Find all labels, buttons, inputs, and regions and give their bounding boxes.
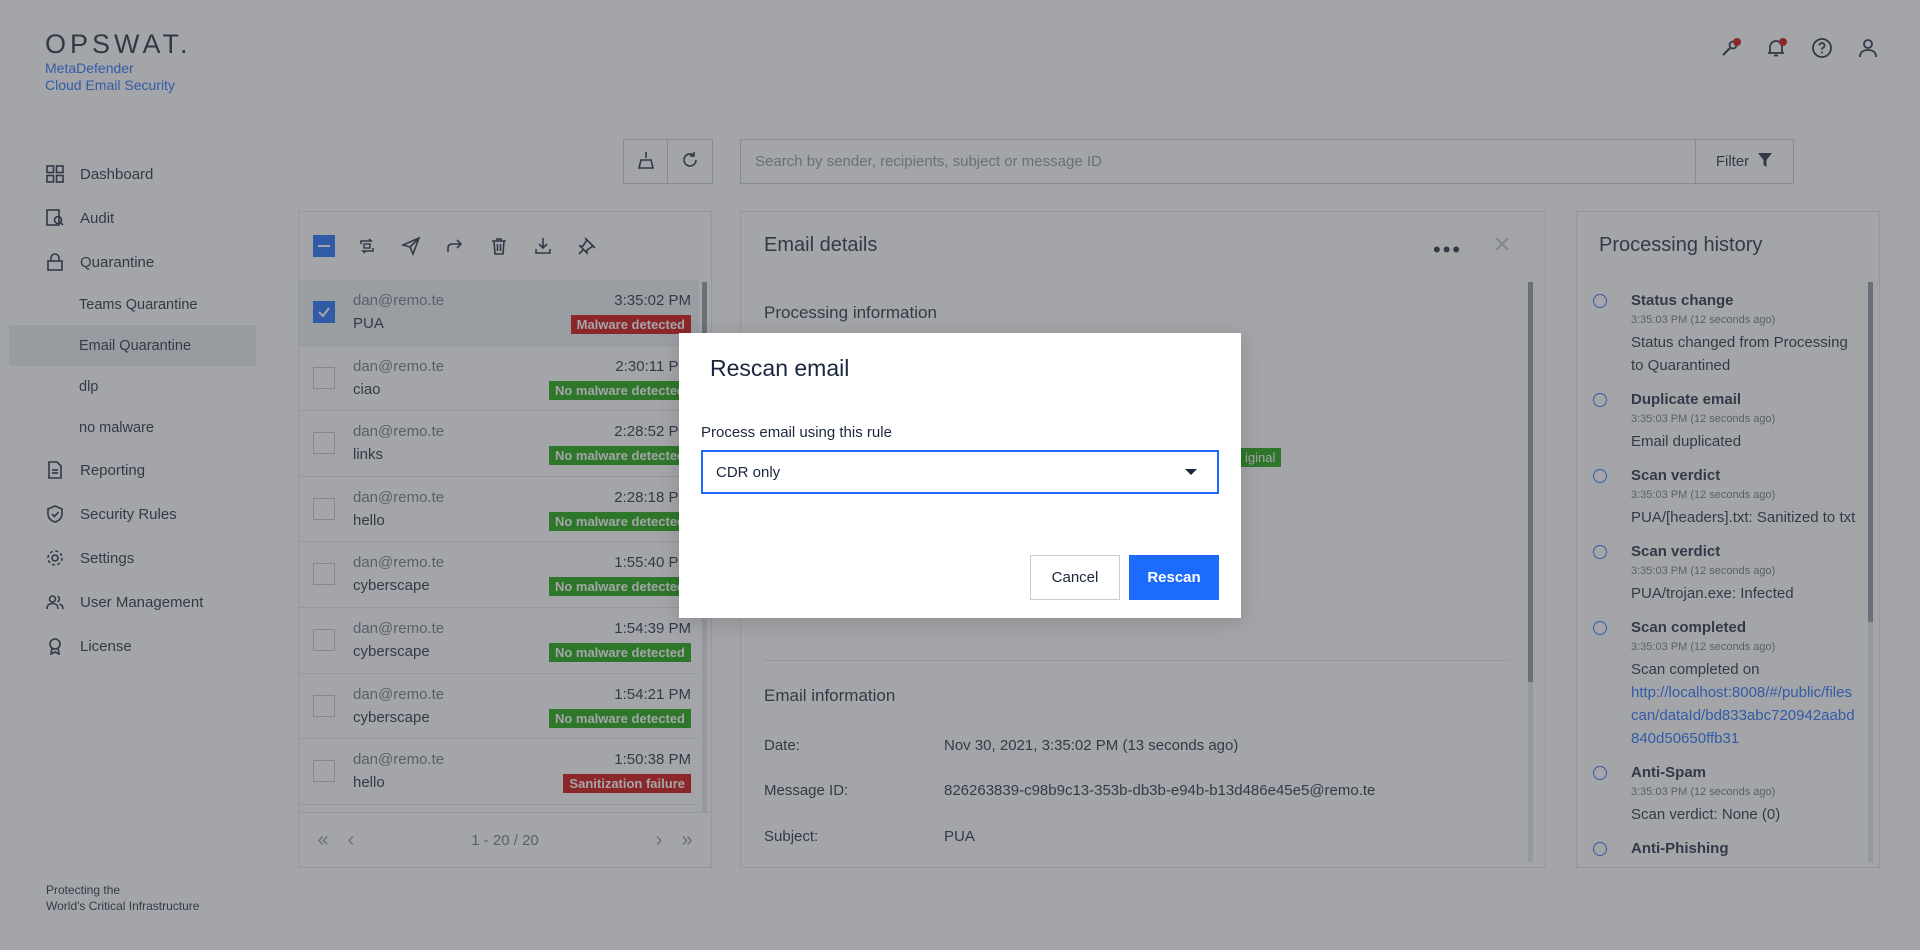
rescan-button[interactable]: Rescan: [1129, 555, 1219, 600]
rule-select-value: CDR only: [716, 463, 781, 481]
chevron-down-icon: [1185, 469, 1197, 475]
dialog-title: Rescan email: [710, 355, 850, 381]
cancel-button[interactable]: Cancel: [1030, 555, 1120, 600]
rule-select-label: Process email using this rule: [701, 424, 892, 441]
rule-select[interactable]: CDR only: [701, 450, 1219, 494]
rescan-email-dialog: Rescan email Process email using this ru…: [679, 333, 1241, 618]
